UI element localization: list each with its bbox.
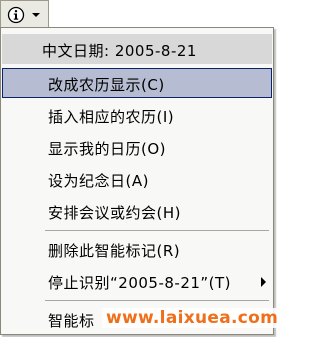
menu-separator (45, 300, 269, 301)
chevron-down-icon (32, 12, 40, 17)
menu-item-label: 显示我的日历(O) (48, 140, 167, 158)
watermark: www.laixuea.com (102, 308, 283, 328)
menu-item-show-calendar[interactable]: 显示我的日历(O) (2, 132, 272, 162)
menu-item-label: 设为纪念日(A) (48, 172, 149, 190)
menu-item-schedule-meeting[interactable]: 安排会议或约会(H) (2, 196, 272, 226)
menu-separator (45, 230, 269, 231)
menu-item-label: 改成农历显示(C) (48, 76, 165, 94)
menu-item-convert-lunar[interactable]: 改成农历显示(C) (2, 68, 272, 98)
menu-item-label: 插入相应的农历(I) (48, 108, 175, 126)
menu-item-insert-lunar[interactable]: 插入相应的农历(I) (2, 100, 272, 130)
date-header-label: 中文日期: 2005-8-21 (42, 42, 197, 60)
menu-item-set-anniversary[interactable]: 设为纪念日(A) (2, 164, 272, 194)
menu-item-stop-recognizing[interactable]: 停止识别“2005-8-21”(T) (2, 266, 272, 296)
menu-item-label: 安排会议或约会(H) (48, 204, 181, 222)
menu-item-remove-smart-tag[interactable]: 删除此智能标记(R) (2, 234, 272, 264)
screenshot: 中文日期: 2005-8-21 改成农历显示(C) 插入相应的农历(I) 显示我… (0, 0, 283, 337)
menu-item-label: 智能标 (48, 312, 95, 330)
menu-item-label: 删除此智能标记(R) (48, 242, 181, 260)
menu-item-label: 停止识别“2005-8-21”(T) (48, 274, 232, 292)
submenu-arrow-icon (261, 277, 266, 287)
smart-tag-menu: 中文日期: 2005-8-21 改成农历显示(C) 插入相应的农历(I) 显示我… (0, 27, 274, 335)
menu-header: 中文日期: 2005-8-21 (2, 34, 272, 64)
smart-tag-button[interactable] (0, 0, 49, 28)
info-icon (7, 6, 25, 23)
